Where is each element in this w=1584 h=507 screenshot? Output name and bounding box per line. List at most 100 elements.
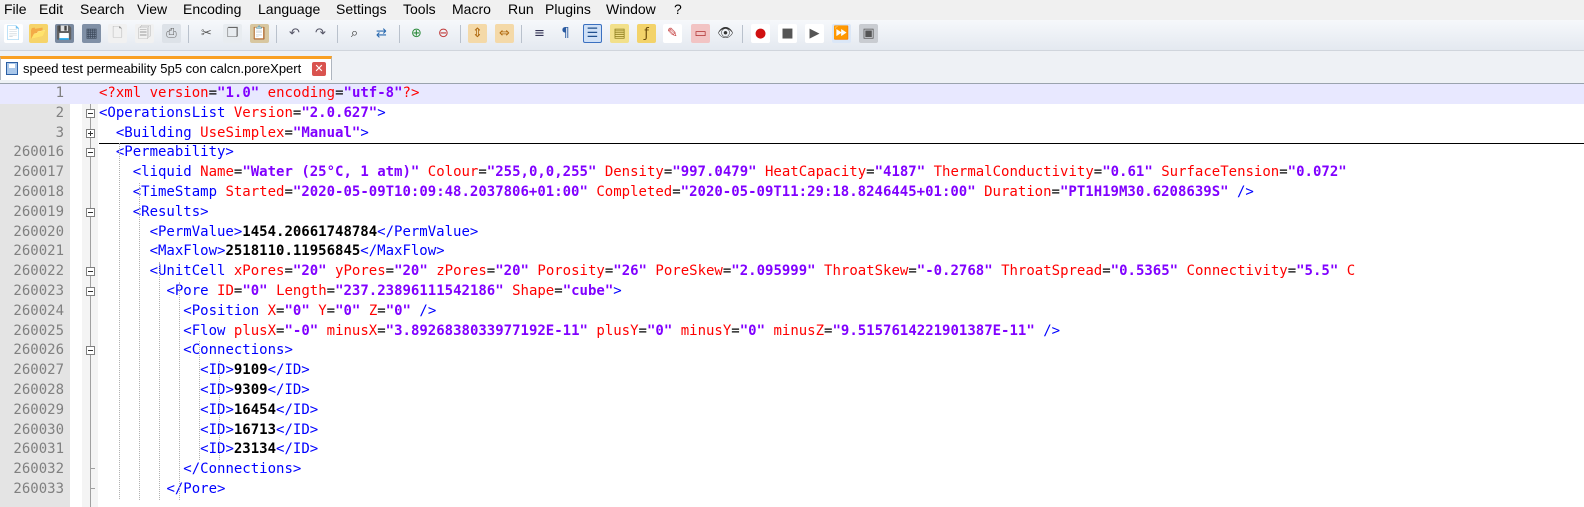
code-token: "1.0" [217, 85, 260, 101]
code-line: 260029 <ID>16454</ID> [0, 401, 1584, 421]
code-token: "9.5157614221901387E-11" [832, 323, 1035, 339]
word-wrap-icon[interactable]: ≡ [530, 24, 549, 43]
menu-file[interactable]: File [4, 1, 27, 17]
new-file-icon[interactable]: 📄 [4, 24, 23, 43]
zoom-in-icon[interactable]: ⊕ [407, 24, 426, 43]
fold-collapse-icon[interactable] [86, 148, 95, 157]
folder-workspace-icon[interactable]: ▭ [691, 24, 710, 43]
open-file-icon[interactable]: 📂 [29, 24, 48, 43]
close-tab-icon[interactable]: ✕ [312, 62, 326, 76]
cut-icon[interactable]: ✂ [197, 24, 216, 43]
code-token: </ID> [267, 362, 310, 378]
fold-collapse-icon[interactable] [86, 346, 95, 355]
sync-horizontal-icon[interactable]: ⇔ [495, 24, 514, 43]
line-number: 260029 [13, 402, 64, 418]
monitoring-icon[interactable]: 👁 [716, 24, 735, 43]
record-macro-icon[interactable]: ● [751, 24, 770, 43]
code-line: 260023 <Pore ID="0" Length="237.23896111… [0, 282, 1584, 302]
indent-guide-icon[interactable]: ☰ [583, 24, 602, 43]
code-token: <Flow [183, 323, 226, 339]
code-token: = [326, 283, 336, 299]
menu-plugins[interactable]: Plugins [545, 1, 591, 17]
stop-recording-icon[interactable]: ■ [778, 24, 797, 43]
menu-help[interactable]: ? [674, 1, 682, 17]
replace-icon[interactable]: ⇄ [372, 24, 391, 43]
copy-icon[interactable]: ❐ [223, 24, 242, 43]
print-icon[interactable]: ⎙ [162, 24, 181, 43]
save-macro-icon[interactable]: ▣ [859, 24, 878, 43]
menu-encoding[interactable]: Encoding [183, 1, 241, 17]
code-token: = [1279, 164, 1288, 180]
code-token: "4187" [874, 164, 926, 180]
code-token: Length [276, 283, 327, 299]
code-line: 3 <Building UseSimplex="Manual"> [0, 124, 1584, 144]
menu-window[interactable]: Window [606, 1, 656, 17]
redo-icon[interactable]: ↷ [311, 24, 330, 43]
code-token: minusX [326, 323, 378, 339]
fold-expand-icon[interactable] [86, 129, 95, 138]
code-token: <ID> [200, 402, 234, 418]
close-all-icon[interactable]: 🗐 [135, 24, 154, 43]
show-all-characters-icon[interactable]: ¶ [556, 24, 575, 43]
code-token: 9109 [233, 362, 268, 378]
find-icon[interactable]: ⌕ [345, 24, 364, 43]
paste-icon[interactable]: 📋 [250, 24, 269, 43]
code-text: <ID>16454</ID> [99, 402, 318, 418]
line-number: 260031 [13, 441, 64, 457]
fold-collapse-icon[interactable] [86, 109, 95, 118]
fold-end-marker [90, 468, 95, 469]
code-token: zPores [436, 263, 487, 279]
menu-tools[interactable]: Tools [403, 1, 436, 17]
document-map-icon[interactable]: ▤ [610, 24, 629, 43]
zoom-out-icon[interactable]: ⊖ [434, 24, 453, 43]
close-icon[interactable]: 🗋 [108, 24, 127, 43]
toolbar-separator [188, 25, 189, 43]
code-editor[interactable]: 1 <?xml version="1.0" encoding="utf-8"?> 2… [0, 84, 1584, 507]
code-line: 260016 <Permeability> [0, 143, 1584, 163]
menu-settings[interactable]: Settings [336, 1, 387, 17]
code-line: 260019 <Results> [0, 203, 1584, 223]
undo-icon[interactable]: ↶ [285, 24, 304, 43]
saved-file-icon [6, 62, 18, 75]
fold-collapse-icon[interactable] [86, 267, 95, 276]
save-icon[interactable]: 💾 [55, 24, 74, 43]
code-token: <Permeability> [115, 144, 234, 160]
fold-collapse-icon[interactable] [86, 208, 95, 217]
code-token: = [377, 323, 386, 339]
menu-language[interactable]: Language [258, 1, 320, 17]
save-all-icon[interactable]: ▦ [82, 24, 101, 43]
tab-document[interactable]: speed test permeability 5p5 con calcn.po… [0, 56, 332, 80]
playback-icon[interactable]: ▶ [805, 24, 824, 43]
menu-run[interactable]: Run [508, 1, 534, 17]
code-token: 2518110.11956845 [225, 243, 361, 259]
code-token: "Water (25°C, 1 atm)" [242, 164, 420, 180]
indent-guide [179, 282, 180, 500]
function-list-icon[interactable]: ƒ [637, 24, 656, 43]
code-token: <Position [183, 303, 260, 319]
menu-search[interactable]: Search [80, 1, 124, 17]
udl-icon[interactable]: ✎ [663, 24, 682, 43]
menu-macro[interactable]: Macro [452, 1, 491, 17]
code-line: 260031 <ID>23134</ID> [0, 440, 1584, 460]
code-token: "-0.2768" [916, 263, 993, 279]
line-number: 260023 [13, 283, 64, 299]
sync-vertical-icon[interactable]: ⇕ [468, 24, 487, 43]
code-text: <Position X="0" Y="0" Z="0" /> [99, 303, 436, 319]
fold-collapse-icon[interactable] [86, 287, 95, 296]
code-token: "5.5" [1296, 263, 1339, 279]
menu-view[interactable]: View [137, 1, 167, 17]
menu-edit[interactable]: Edit [39, 1, 63, 17]
run-macro-multiple-icon[interactable]: ⏩ [832, 24, 851, 43]
